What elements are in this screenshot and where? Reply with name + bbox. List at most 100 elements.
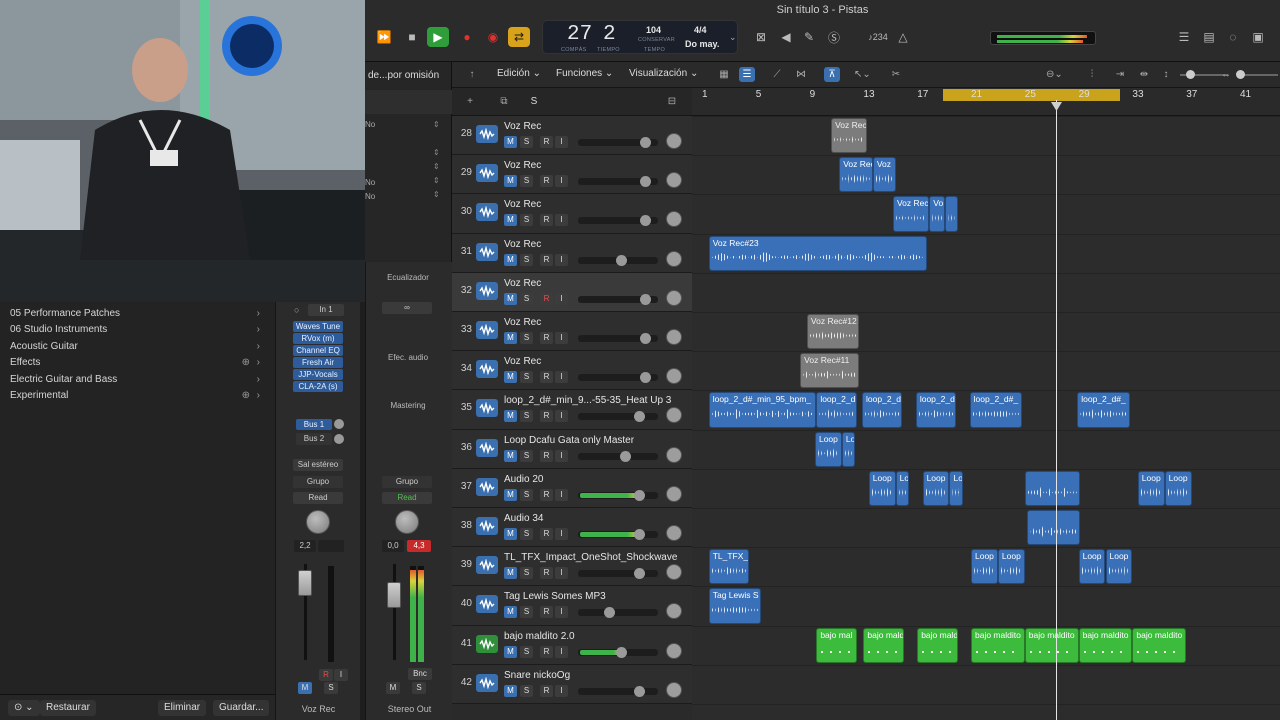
slider-handle[interactable] bbox=[640, 372, 651, 384]
vertical-zoom-icon[interactable]: ↕ bbox=[1158, 67, 1174, 82]
record-enable-button[interactable]: R bbox=[540, 214, 553, 227]
audio-region[interactable]: Voz Rec#12 bbox=[806, 314, 860, 350]
list-view-icon[interactable]: ☰ bbox=[739, 67, 755, 82]
slider-handle[interactable] bbox=[634, 411, 646, 423]
input-monitor-button[interactable]: I bbox=[555, 175, 568, 188]
plugin-slot[interactable]: Channel EQ bbox=[293, 345, 343, 356]
plugin-slot[interactable]: JJP-Vocals bbox=[293, 369, 343, 380]
mute-button[interactable]: M bbox=[504, 253, 517, 266]
track-row[interactable]: 31 Voz Rec M S R I bbox=[452, 233, 692, 273]
track-row[interactable]: 34 Voz Rec M S R I bbox=[452, 351, 692, 391]
audio-region[interactable]: Loop bbox=[814, 431, 842, 467]
snap-icon[interactable]: ⊼ bbox=[824, 67, 840, 82]
solo-button[interactable]: S bbox=[520, 136, 533, 148]
up-arrow-icon[interactable]: ↑ bbox=[464, 67, 480, 82]
input-monitor-button[interactable]: I bbox=[555, 606, 568, 619]
track-row[interactable]: 42 Snare nickoOg M S R I bbox=[452, 664, 692, 704]
solo-button[interactable]: S bbox=[412, 682, 426, 694]
plugin-slot[interactable]: CLA-2A (s) bbox=[293, 381, 343, 392]
solo-button[interactable]: S bbox=[520, 488, 533, 501]
menu-visualizacion[interactable]: Visualización ⌄ bbox=[629, 68, 698, 79]
group-slot[interactable]: Grupo bbox=[293, 476, 343, 488]
slider-handle[interactable] bbox=[640, 137, 651, 148]
library-item[interactable]: 05 Performance Patches › bbox=[10, 308, 260, 324]
track-row[interactable]: 29 Voz Rec M S R I bbox=[452, 155, 692, 195]
solo-button[interactable]: S bbox=[520, 214, 533, 227]
library-item[interactable]: Effects ⊕ › bbox=[10, 357, 260, 373]
vertical-fit-icon[interactable]: ⇥ bbox=[1112, 67, 1128, 82]
audio-region[interactable]: loop_2_d bbox=[816, 392, 857, 428]
record-enable-button[interactable]: R bbox=[319, 669, 333, 681]
input-slot[interactable]: In 1 bbox=[308, 304, 344, 316]
audio-region[interactable]: Loop bbox=[1078, 549, 1106, 585]
library-item[interactable]: Acoustic Guitar › bbox=[10, 341, 260, 357]
solo-button[interactable]: S bbox=[520, 175, 533, 188]
volume-fader[interactable] bbox=[298, 570, 312, 596]
eq-slot[interactable]: Ecualizador bbox=[378, 272, 438, 284]
solo-button[interactable]: S bbox=[520, 449, 533, 462]
midi-region[interactable]: bajo maldito bbox=[971, 627, 1025, 663]
input-monitor-button[interactable]: I bbox=[555, 292, 568, 305]
mute-button[interactable]: M bbox=[504, 528, 517, 540]
solo-button[interactable]: S bbox=[520, 567, 533, 580]
input-monitor-button[interactable]: I bbox=[334, 669, 348, 681]
audio-region[interactable]: Voz bbox=[872, 157, 896, 193]
mute-button[interactable]: M bbox=[504, 606, 517, 619]
track-volume-slider[interactable] bbox=[578, 372, 658, 384]
record-enable-button[interactable]: R bbox=[540, 488, 553, 501]
input-monitor-button[interactable]: I bbox=[555, 410, 568, 423]
pointer-tool-icon[interactable]: ↖⌄ bbox=[854, 67, 871, 82]
record-enable-button[interactable]: R bbox=[540, 528, 553, 540]
track-volume-slider[interactable] bbox=[578, 489, 658, 501]
track-name[interactable]: Tag Lewis Somes MP3 bbox=[504, 591, 606, 602]
audio-region[interactable]: Voz Rec#11 bbox=[800, 353, 860, 389]
arrange-lanes[interactable]: Voz Rec#1Voz RecVozVoz RecVoVoz Rec#23Vo… bbox=[692, 116, 1280, 720]
pan-knob[interactable] bbox=[666, 289, 682, 306]
grid-view-icon[interactable]: ▦ bbox=[716, 67, 732, 82]
mute-button[interactable]: M bbox=[386, 682, 400, 694]
track-name[interactable]: Audio 20 bbox=[504, 474, 543, 485]
track-name[interactable]: Loop Dcafu Gata only Master bbox=[504, 435, 634, 446]
audio-region[interactable]: Lo bbox=[949, 470, 963, 506]
stepper-icon[interactable]: ⇕ bbox=[433, 120, 440, 129]
slider-handle[interactable] bbox=[616, 254, 627, 266]
track-volume-slider[interactable] bbox=[578, 293, 658, 305]
track-volume-slider[interactable] bbox=[578, 333, 658, 344]
audio-region[interactable]: loop_2_d bbox=[862, 392, 903, 428]
slider-handle[interactable] bbox=[634, 568, 646, 580]
audio-region[interactable]: Loop bbox=[1164, 470, 1192, 506]
track-name[interactable]: loop_2_d#_min_9...-55-35_Heat Up 3 bbox=[504, 395, 671, 406]
solo-button[interactable]: S bbox=[520, 371, 533, 384]
track-row[interactable]: 39 TL_TFX_Impact_OneShot_Shockwave M S R I bbox=[452, 547, 692, 587]
action-menu-icon[interactable]: ⊙ ⌄ bbox=[8, 700, 40, 716]
plugin-slot[interactable]: Waves Tune bbox=[293, 321, 343, 332]
duplicate-track-icon[interactable]: ⧉ bbox=[496, 94, 512, 109]
volume-readout[interactable]: 2,2 bbox=[294, 540, 316, 552]
replace-mode-icon[interactable]: Ⓢ bbox=[823, 27, 845, 47]
library-item[interactable]: Experimental ⊕ › bbox=[10, 390, 260, 406]
pan-knob[interactable] bbox=[666, 485, 682, 502]
track-name[interactable]: Voz Rec bbox=[504, 356, 541, 367]
inspector-value-3[interactable]: No bbox=[365, 192, 375, 201]
group-slot[interactable]: Grupo bbox=[382, 476, 432, 488]
library-item[interactable]: Electric Guitar and Bass › bbox=[10, 374, 260, 390]
solo-button[interactable]: S bbox=[520, 684, 533, 697]
track-name[interactable]: Voz Rec bbox=[504, 160, 541, 171]
pan-knob[interactable] bbox=[666, 368, 682, 385]
input-monitor-button[interactable]: I bbox=[555, 684, 568, 697]
tuner-icon[interactable]: ✎ bbox=[798, 27, 820, 47]
mute-button[interactable]: M bbox=[504, 410, 517, 423]
bounce-button[interactable]: Bnc bbox=[408, 668, 432, 680]
mute-button[interactable]: M bbox=[504, 332, 517, 344]
record-enable-button[interactable]: R bbox=[540, 136, 553, 148]
input-ring-icon[interactable]: ○ bbox=[294, 305, 299, 315]
audio-fx-slot[interactable]: Efec. audio bbox=[378, 352, 438, 364]
mute-button[interactable]: M bbox=[504, 292, 517, 305]
pan-knob[interactable] bbox=[395, 510, 419, 534]
mute-button[interactable]: M bbox=[504, 449, 517, 462]
global-solo-button[interactable]: S bbox=[526, 94, 542, 109]
audio-region[interactable]: Lo bbox=[895, 470, 910, 506]
input-monitor-button[interactable]: I bbox=[555, 488, 568, 501]
slider-handle[interactable] bbox=[640, 293, 651, 305]
track-volume-slider[interactable] bbox=[578, 137, 658, 148]
